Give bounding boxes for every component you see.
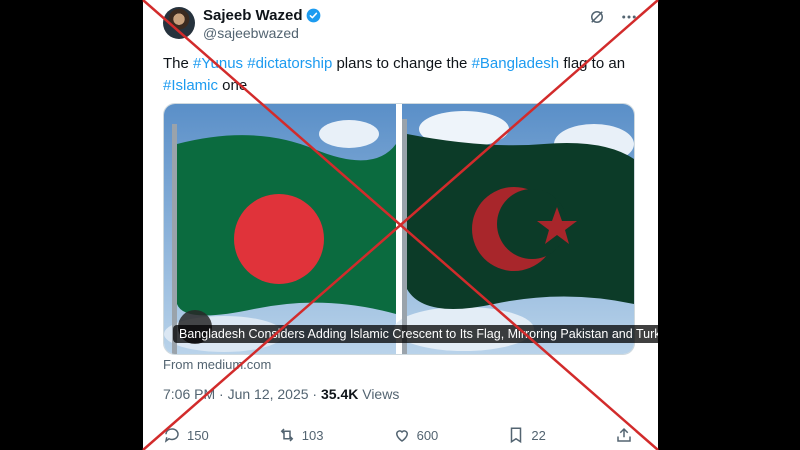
share-icon xyxy=(617,427,631,442)
tweet-card[interactable]: Sajeeb Wazed @sajeebwazed The #Yunus #di… xyxy=(143,0,658,450)
retweet-icon xyxy=(280,428,294,442)
like-count: 600 xyxy=(416,427,439,443)
hashtag-link[interactable]: #dictatorship xyxy=(247,55,332,72)
retweet-count: 103 xyxy=(301,427,324,443)
author-name-row[interactable]: Sajeeb Wazed xyxy=(203,7,321,24)
text-segment: plans to change the xyxy=(332,55,472,72)
verified-badge-icon xyxy=(307,8,321,23)
hashtag-link[interactable]: #Yunus xyxy=(193,55,243,72)
reply-icon xyxy=(164,428,179,443)
views-label: Views xyxy=(358,386,400,402)
tweet-meta: 7:06 PM · Jun 12, 2025 · 35.4K Views xyxy=(163,386,399,402)
flags-image xyxy=(164,104,634,354)
link-card-media[interactable] xyxy=(163,103,635,355)
bookmark-count: 22 xyxy=(531,427,546,443)
more-icon[interactable] xyxy=(620,8,638,26)
text-segment: flag to an xyxy=(559,55,626,72)
share-button[interactable] xyxy=(615,426,633,444)
tweet-text: The #Yunus #dictatorship plans to change… xyxy=(163,53,633,97)
tweet-timestamp[interactable]: 7:06 PM · Jun 12, 2025 · xyxy=(163,386,321,402)
bookmark-button[interactable]: 22 xyxy=(507,426,546,444)
like-button[interactable]: 600 xyxy=(393,426,439,444)
retweet-button[interactable]: 103 xyxy=(278,426,324,444)
reply-button[interactable]: 150 xyxy=(163,426,209,444)
reply-count: 150 xyxy=(187,427,209,443)
bookmark-icon xyxy=(511,427,522,444)
author-name[interactable]: Sajeeb Wazed xyxy=(203,7,302,24)
action-bar: 150 103 600 22 xyxy=(163,426,633,444)
author-handle[interactable]: @sajeebwazed xyxy=(203,25,299,41)
link-source[interactable]: From medium.com xyxy=(163,357,271,372)
grok-icon[interactable] xyxy=(588,8,606,26)
text-segment: one xyxy=(218,77,248,94)
hashtag-link[interactable]: #Bangladesh xyxy=(472,55,560,72)
views-count: 35.4K xyxy=(320,386,359,402)
hashtag-link[interactable]: #Islamic xyxy=(163,77,218,94)
media-caption[interactable]: Bangladesh Considers Adding Islamic Cres… xyxy=(173,325,658,343)
text-segment: The xyxy=(163,55,194,72)
like-icon xyxy=(395,430,408,442)
author-avatar[interactable] xyxy=(163,7,195,39)
